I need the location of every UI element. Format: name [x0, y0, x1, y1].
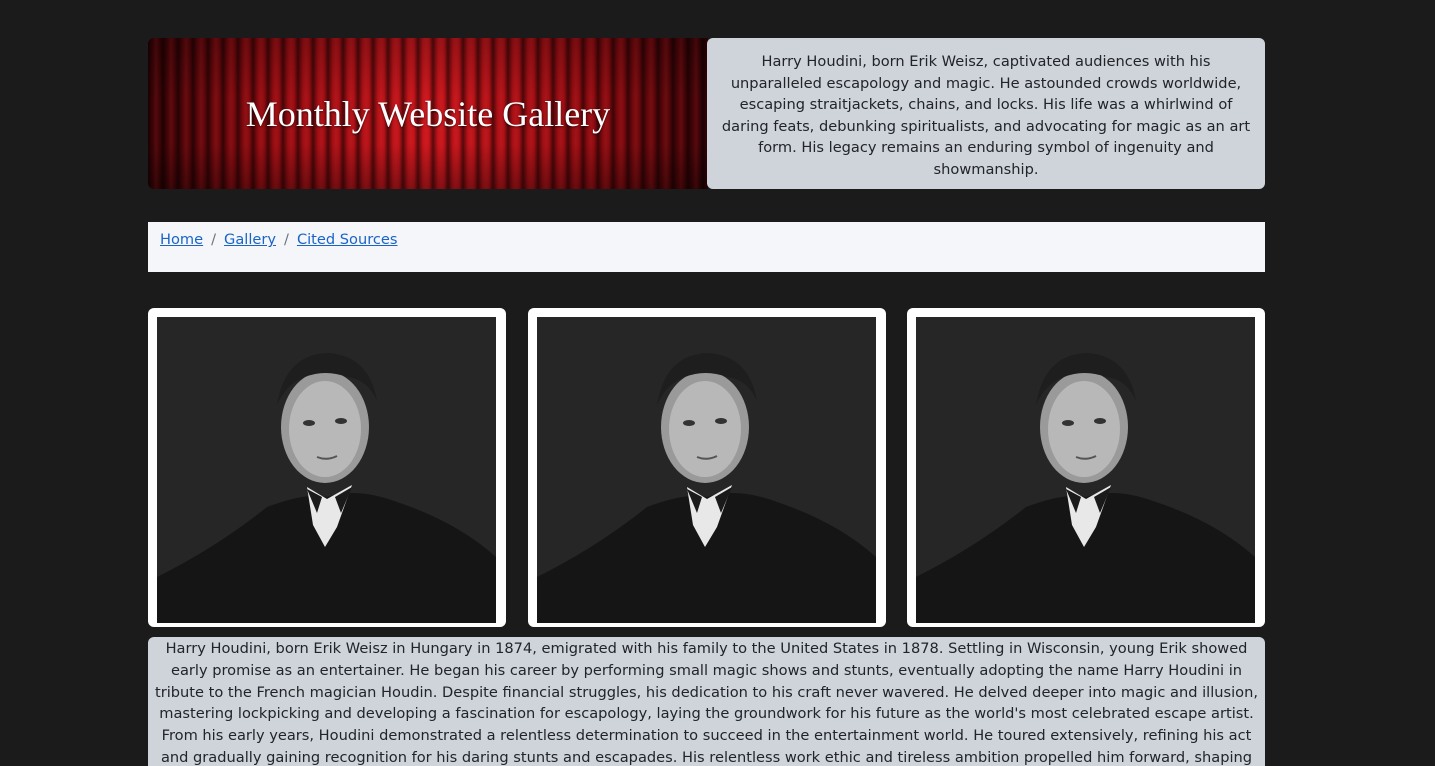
gallery-card[interactable]: [528, 308, 886, 627]
breadcrumb: Home / Gallery / Cited Sources: [148, 222, 1265, 272]
breadcrumb-cited-sources-link[interactable]: Cited Sources: [297, 231, 398, 248]
site-title: Monthly Website Gallery: [245, 93, 611, 134]
houdini-portrait-image: [157, 317, 496, 623]
breadcrumb-separator: /: [211, 231, 217, 248]
header-banner: Monthly Website Gallery: [148, 38, 708, 189]
biography-paragraph: Harry Houdini, born Erik Weisz in Hungar…: [155, 640, 1258, 723]
houdini-portrait-image: [916, 317, 1255, 623]
gallery-card[interactable]: [907, 308, 1265, 627]
breadcrumb-gallery-link[interactable]: Gallery: [224, 231, 276, 248]
biography: Harry Houdini, born Erik Weisz in Hungar…: [148, 637, 1265, 766]
gallery-card[interactable]: [148, 308, 506, 627]
biography-paragraph: From his early years, Houdini demonstrat…: [160, 727, 1253, 766]
breadcrumb-home-link[interactable]: Home: [160, 231, 203, 248]
breadcrumb-separator: /: [284, 231, 289, 248]
intro-summary: Harry Houdini, born Erik Weisz, captivat…: [707, 38, 1265, 189]
page: Monthly Website Gallery Harry Houdini, b…: [0, 0, 1435, 766]
houdini-portrait-image: [537, 317, 876, 623]
